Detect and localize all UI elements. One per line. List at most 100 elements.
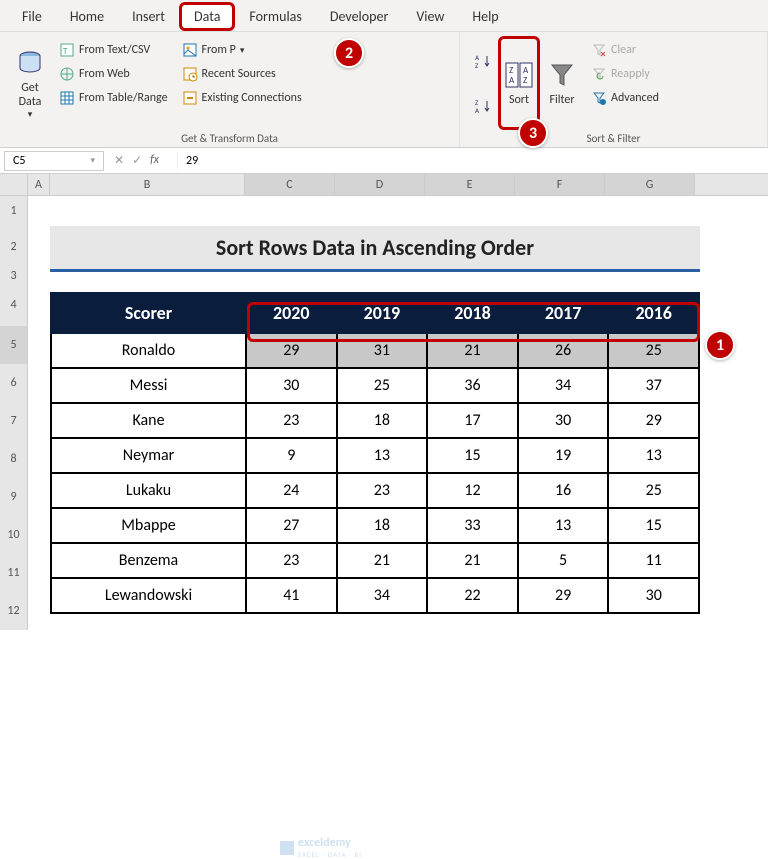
cell[interactable]: 25 [608,473,699,508]
row-header-10[interactable]: 10 [0,516,28,554]
cell[interactable]: 41 [246,578,337,613]
row-header-1[interactable]: 1 [0,196,28,226]
cell[interactable]: 5 [518,543,609,578]
cell[interactable]: 21 [427,543,518,578]
header-scorer[interactable]: Scorer [51,293,246,333]
cell[interactable]: 31 [337,333,428,368]
cell[interactable]: 37 [608,368,699,403]
cell[interactable]: 13 [518,508,609,543]
col-header-A[interactable]: A [28,174,50,195]
cell[interactable]: Mbappe [51,508,246,543]
from-text-csv-button[interactable]: T From Text/CSV [56,40,171,60]
tab-file[interactable]: File [8,2,56,31]
existing-connections-button[interactable]: Existing Connections [179,88,305,108]
table-row[interactable]: Neymar913151913 [51,438,699,473]
row-header-2[interactable]: 2 [0,226,28,268]
clear-button[interactable]: Clear [588,40,662,60]
header-2020[interactable]: 2020 [246,293,337,333]
tab-home[interactable]: Home [56,2,118,31]
table-row[interactable]: Ronaldo 29 31 21 26 25 [51,333,699,368]
row-header-11[interactable]: 11 [0,554,28,592]
cell[interactable]: 26 [518,333,609,368]
tab-view[interactable]: View [402,2,458,31]
cancel-button[interactable]: ✕ [114,153,124,168]
tab-insert[interactable]: Insert [118,2,179,31]
sort-button[interactable]: ZAAZ Sort [498,36,540,130]
cell[interactable]: 29 [608,403,699,438]
cell[interactable]: Ronaldo [51,333,246,368]
sort-ascending-button[interactable]: AZ [472,51,494,71]
cell[interactable]: 30 [608,578,699,613]
cell[interactable]: 15 [608,508,699,543]
cell[interactable]: Neymar [51,438,246,473]
cell[interactable]: 23 [246,543,337,578]
col-header-E[interactable]: E [425,174,515,195]
col-header-D[interactable]: D [335,174,425,195]
col-header-B[interactable]: B [50,174,245,195]
sort-descending-button[interactable]: ZA [472,96,494,116]
from-picture-button[interactable]: From P ▾ [179,40,305,60]
cell[interactable]: 19 [518,438,609,473]
col-header-G[interactable]: G [605,174,695,195]
cell[interactable]: 16 [518,473,609,508]
row-header-7[interactable]: 7 [0,402,28,440]
cell[interactable]: Lewandowski [51,578,246,613]
table-row[interactable]: Mbappe2718331315 [51,508,699,543]
row-header-4[interactable]: 4 [0,284,28,326]
cell[interactable]: Kane [51,403,246,438]
cell[interactable]: 36 [427,368,518,403]
cell[interactable]: 21 [427,333,518,368]
cell[interactable]: 30 [246,368,337,403]
cell[interactable]: 15 [427,438,518,473]
name-box[interactable]: C5 [4,151,104,171]
header-2018[interactable]: 2018 [427,293,518,333]
table-row[interactable]: Benzema232121511 [51,543,699,578]
cell[interactable]: 24 [246,473,337,508]
row-header-5[interactable]: 5 [0,326,28,364]
col-header-F[interactable]: F [515,174,605,195]
row-header-12[interactable]: 12 [0,592,28,630]
table-row[interactable]: Messi3025363437 [51,368,699,403]
row-header-9[interactable]: 9 [0,478,28,516]
cell[interactable]: 23 [337,473,428,508]
tab-help[interactable]: Help [458,2,512,31]
cell[interactable]: 34 [518,368,609,403]
table-row[interactable]: Lukaku2423121625 [51,473,699,508]
recent-sources-button[interactable]: Recent Sources [179,64,305,84]
cell[interactable]: Lukaku [51,473,246,508]
table-row[interactable]: Lewandowski4134222930 [51,578,699,613]
cell[interactable]: 30 [518,403,609,438]
cell[interactable]: 25 [608,333,699,368]
cell[interactable]: 25 [337,368,428,403]
from-table-range-button[interactable]: From Table/Range [56,88,171,108]
fx-button[interactable]: fx [150,153,167,168]
from-web-button[interactable]: From Web [56,64,171,84]
cell[interactable]: 22 [427,578,518,613]
header-2019[interactable]: 2019 [337,293,428,333]
cell[interactable]: 29 [518,578,609,613]
cell[interactable]: 13 [608,438,699,473]
cell[interactable]: 13 [337,438,428,473]
row-header-3[interactable]: 3 [0,268,28,284]
filter-button[interactable]: Filter [540,36,584,130]
cell[interactable]: 23 [246,403,337,438]
cell[interactable]: 21 [337,543,428,578]
cell[interactable]: 12 [427,473,518,508]
tab-developer[interactable]: Developer [316,2,402,31]
cell[interactable]: Benzema [51,543,246,578]
cell[interactable]: 9 [246,438,337,473]
col-header-C[interactable]: C [245,174,335,195]
cell[interactable]: 18 [337,508,428,543]
cell[interactable]: 18 [337,403,428,438]
get-data-button[interactable]: Get Data ▾ [8,36,52,130]
advanced-button[interactable]: Advanced [588,88,662,108]
select-all[interactable] [0,174,28,195]
table-row[interactable]: Kane2318173029 [51,403,699,438]
cell[interactable]: 27 [246,508,337,543]
tab-formulas[interactable]: Formulas [235,2,315,31]
cell[interactable]: 33 [427,508,518,543]
enter-button[interactable]: ✓ [132,153,142,168]
cell[interactable]: 11 [608,543,699,578]
cell[interactable]: 17 [427,403,518,438]
row-header-6[interactable]: 6 [0,364,28,402]
